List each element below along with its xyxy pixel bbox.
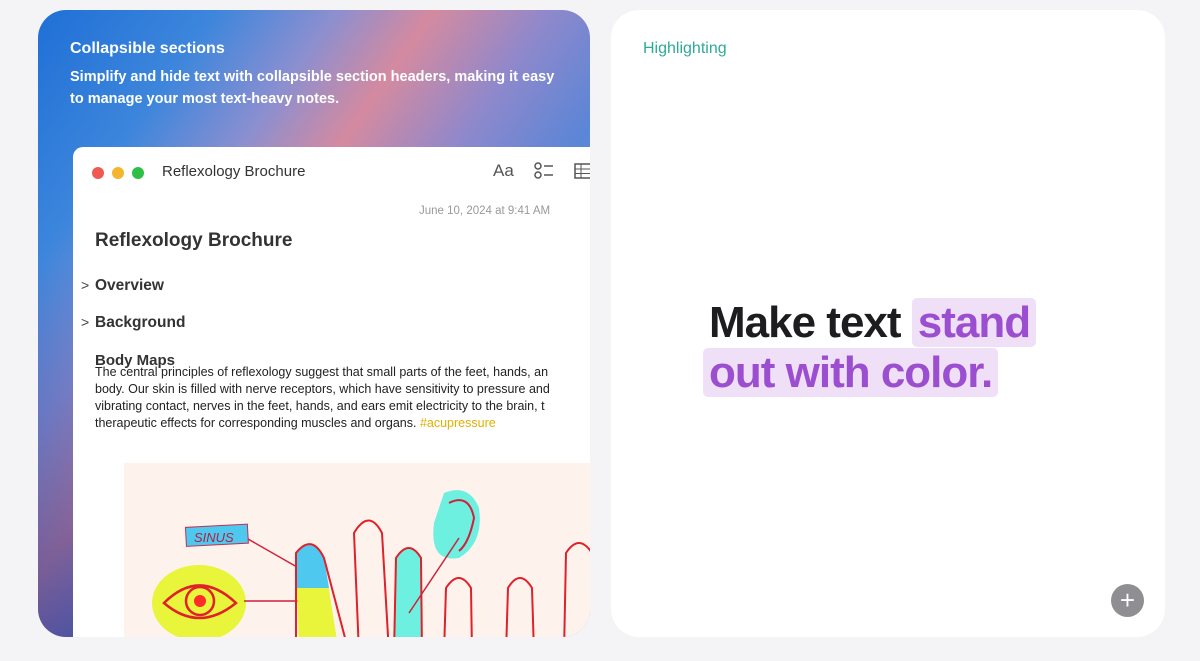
- format-button[interactable]: Aa: [493, 161, 514, 181]
- chevron-right-icon[interactable]: >: [81, 277, 89, 293]
- reflexology-illustration: SINUS: [124, 463, 590, 637]
- add-button[interactable]: +: [1111, 584, 1144, 617]
- sinus-label: SINUS: [194, 530, 234, 545]
- highlighted-text: out with color.: [703, 348, 999, 397]
- window-title: Reflexology Brochure: [162, 163, 306, 180]
- section-background[interactable]: Background: [95, 314, 185, 332]
- body-line: The central principles of reflexology su…: [95, 365, 549, 379]
- highlight-demo-text: Make text stand out with color.: [703, 298, 1037, 398]
- zoom-window-button[interactable]: [132, 167, 144, 179]
- plain-text: Make text: [709, 298, 902, 347]
- collapsible-sections-card: Collapsible sections Simplify and hide t…: [38, 10, 590, 637]
- body-line: body. Our skin is filled with nerve rece…: [95, 382, 550, 396]
- table-icon[interactable]: [574, 161, 590, 186]
- highlighted-text: stand: [911, 298, 1037, 347]
- card-title: Highlighting: [643, 40, 727, 57]
- minimize-window-button[interactable]: [112, 167, 124, 179]
- card-description: Simplify and hide text with collapsible …: [70, 69, 555, 107]
- hashtag-link[interactable]: #acupressure: [420, 416, 496, 430]
- highlighting-card: Highlighting Make text stand out with co…: [611, 10, 1165, 637]
- card-title: Collapsible sections: [70, 40, 225, 57]
- note-date: June 10, 2024 at 9:41 AM: [419, 205, 551, 217]
- note-title: Reflexology Brochure: [95, 230, 293, 251]
- notes-window: Reflexology Brochure Aa June 10, 2024 at…: [73, 147, 590, 637]
- body-line: therapeutic effects for corresponding mu…: [95, 416, 420, 430]
- body-line: vibrating contact, nerves in the feet, h…: [95, 399, 545, 413]
- note-body: The central principles of reflexology su…: [95, 364, 590, 432]
- close-window-button[interactable]: [92, 167, 104, 179]
- chevron-right-icon[interactable]: >: [81, 314, 89, 330]
- checklist-icon[interactable]: [534, 161, 554, 186]
- section-overview[interactable]: Overview: [95, 277, 164, 295]
